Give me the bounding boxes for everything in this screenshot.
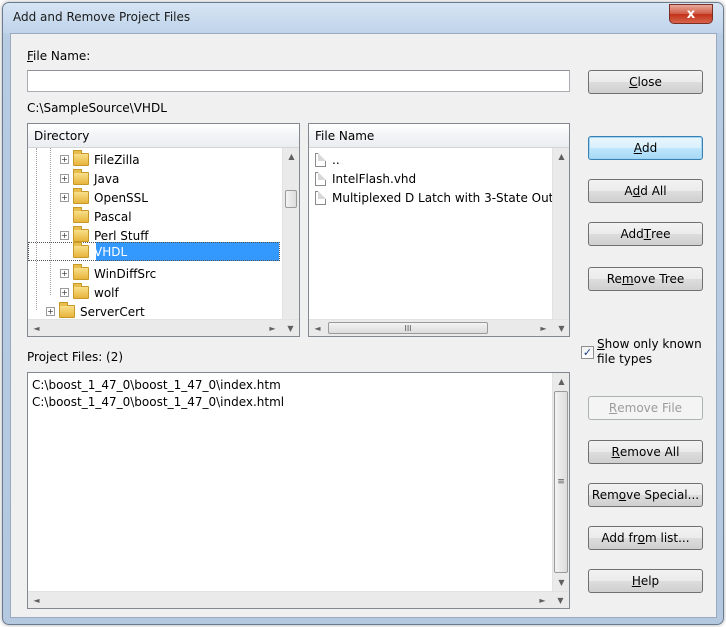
directory-vertical-scrollbar[interactable]: ▲ [282, 148, 299, 319]
file-icon [315, 171, 326, 186]
tree-item-label: ServerCert [80, 304, 145, 319]
add-from-list-button[interactable]: Add fr o m list... [588, 526, 703, 550]
tree-item-vhdl[interactable]: VHDL [73, 242, 127, 261]
file-item-label: Multiplexed D Latch with 3-State Output [332, 190, 570, 205]
file-name-column-header[interactable]: File Name [309, 124, 569, 148]
file-name-input[interactable] [27, 70, 570, 92]
scroll-thumb[interactable] [285, 190, 297, 208]
close-icon: x [686, 6, 696, 22]
scroll-up-icon[interactable]: ▲ [553, 373, 569, 390]
scroll-down-icon[interactable]: ▼ [553, 574, 569, 591]
add-all-button[interactable]: Add All [588, 179, 703, 203]
expand-icon[interactable]: + [60, 288, 69, 297]
tree-item-label: VHDL [94, 244, 128, 259]
file-list-vertical-scrollbar[interactable]: ▲ [552, 148, 569, 319]
file-icon [315, 190, 326, 205]
tree-item-label: WinDiffSrc [94, 266, 157, 281]
scroll-right-icon[interactable]: ► [534, 592, 551, 608]
scroll-thumb[interactable]: III [328, 322, 488, 334]
title-bar[interactable]: Add and Remove Project Files x [3, 3, 723, 33]
project-files-horizontal-scrollbar[interactable]: ◄ ► ▼ [28, 591, 569, 608]
file-name-label: File Name: [27, 49, 91, 63]
tree-item-pascal[interactable]: Pascal [73, 207, 132, 226]
file-icon [315, 152, 326, 167]
folder-icon [73, 207, 89, 223]
scroll-down-icon[interactable]: ▼ [553, 320, 569, 336]
remove-tree-button[interactable]: Re m ove Tree [588, 267, 703, 291]
expand-icon[interactable]: + [60, 174, 69, 183]
tree-line [50, 148, 51, 295]
file-list-panel[interactable]: File Name .. IntelFlash.vhd Multiplexed … [308, 123, 570, 337]
scroll-left-icon[interactable]: ◄ [28, 592, 45, 608]
file-item-multiplexed-latch[interactable]: Multiplexed D Latch with 3-State Output [315, 188, 570, 207]
window-close-button[interactable]: x [669, 4, 713, 24]
folder-icon [59, 302, 75, 318]
add-button[interactable]: Add [588, 136, 703, 160]
folder-icon [73, 264, 89, 280]
scroll-right-icon[interactable]: ► [264, 320, 281, 336]
scroll-left-icon[interactable]: ◄ [309, 320, 326, 336]
folder-icon [73, 242, 89, 258]
tree-item-openssl[interactable]: + OpenSSL [60, 188, 148, 207]
file-list-horizontal-scrollbar[interactable]: ◄ III ► ▼ [309, 319, 569, 336]
dialog-body: File Name: C:\SampleSource\VHDL Director… [10, 33, 717, 618]
folder-icon [73, 188, 89, 204]
expand-icon[interactable]: + [60, 155, 69, 164]
remove-all-button[interactable]: Remove All [588, 440, 703, 464]
tree-item-filezilla[interactable]: + FileZilla [60, 150, 140, 169]
close-button[interactable]: Close [588, 70, 703, 94]
remove-file-button[interactable]: Remove File [588, 396, 703, 420]
tree-item-java[interactable]: + Java [60, 169, 119, 188]
dialog-window: Add and Remove Project Files x File Name… [2, 2, 724, 625]
tree-line [36, 148, 37, 310]
tree-item-label: Java [94, 171, 120, 186]
expand-icon[interactable]: + [60, 193, 69, 202]
file-item-label: .. [332, 152, 340, 167]
project-files-list[interactable]: C:\boost_1_47_0\boost_1_47_0\index.htm C… [27, 372, 570, 609]
scroll-up-icon[interactable]: ▲ [553, 148, 569, 165]
project-file-path: C:\boost_1_47_0\boost_1_47_0\index.html [32, 394, 285, 409]
scroll-left-icon[interactable]: ◄ [28, 320, 45, 336]
add-tree-button[interactable]: Add Tree [588, 222, 703, 246]
directory-horizontal-scrollbar[interactable]: ◄ ► ▼ [28, 319, 299, 336]
folder-icon [73, 283, 89, 299]
folder-icon [73, 150, 89, 166]
expand-icon[interactable]: + [60, 231, 69, 240]
scroll-down-icon[interactable]: ▼ [282, 320, 299, 336]
tree-item-wolf[interactable]: + wolf [60, 283, 119, 302]
scroll-down-icon[interactable]: ▼ [552, 592, 569, 608]
project-file-path: C:\boost_1_47_0\boost_1_47_0\index.htm [32, 377, 281, 392]
file-item-parent[interactable]: .. [315, 150, 340, 169]
folder-icon [73, 169, 89, 185]
tree-item-label: wolf [94, 285, 119, 300]
project-files-label: Project Files: (2) [27, 350, 124, 364]
tree-item-label: Perl Stuff [94, 228, 149, 243]
show-known-file-types-checkbox[interactable]: ✓ [581, 346, 594, 359]
show-known-file-types-label[interactable]: Show only known file types [597, 337, 702, 367]
scroll-right-icon[interactable]: ► [535, 320, 552, 336]
directory-tree-panel[interactable]: Directory + FileZilla + Java + OpenSSL P… [27, 123, 300, 337]
tree-item-windiffsrc[interactable]: + WinDiffSrc [60, 264, 156, 283]
folder-icon [73, 226, 89, 242]
project-files-vertical-scrollbar[interactable]: ▲ ≡ ▼ [552, 373, 569, 591]
checkmark-icon: ✓ [582, 346, 593, 359]
file-item-label: IntelFlash.vhd [332, 171, 417, 186]
tree-item-label: FileZilla [94, 152, 140, 167]
help-button[interactable]: Help [588, 569, 703, 593]
remove-special-button[interactable]: Rem o ve Special... [588, 483, 703, 507]
scroll-up-icon[interactable]: ▲ [283, 148, 299, 165]
project-file-item[interactable]: C:\boost_1_47_0\boost_1_47_0\index.html [32, 392, 284, 411]
scroll-thumb[interactable]: ≡ [554, 391, 568, 573]
current-path: C:\SampleSource\VHDL [27, 101, 167, 115]
expand-icon[interactable]: + [60, 269, 69, 278]
expand-icon[interactable]: + [46, 307, 55, 316]
directory-column-header[interactable]: Directory [28, 124, 299, 148]
file-item-intelflash[interactable]: IntelFlash.vhd [315, 169, 416, 188]
grip-icon: ≡ [557, 477, 565, 487]
tree-item-label: Pascal [94, 209, 132, 224]
grip-icon: III [404, 323, 412, 333]
tree-item-label: OpenSSL [94, 190, 148, 205]
window-title: Add and Remove Project Files [13, 10, 191, 24]
